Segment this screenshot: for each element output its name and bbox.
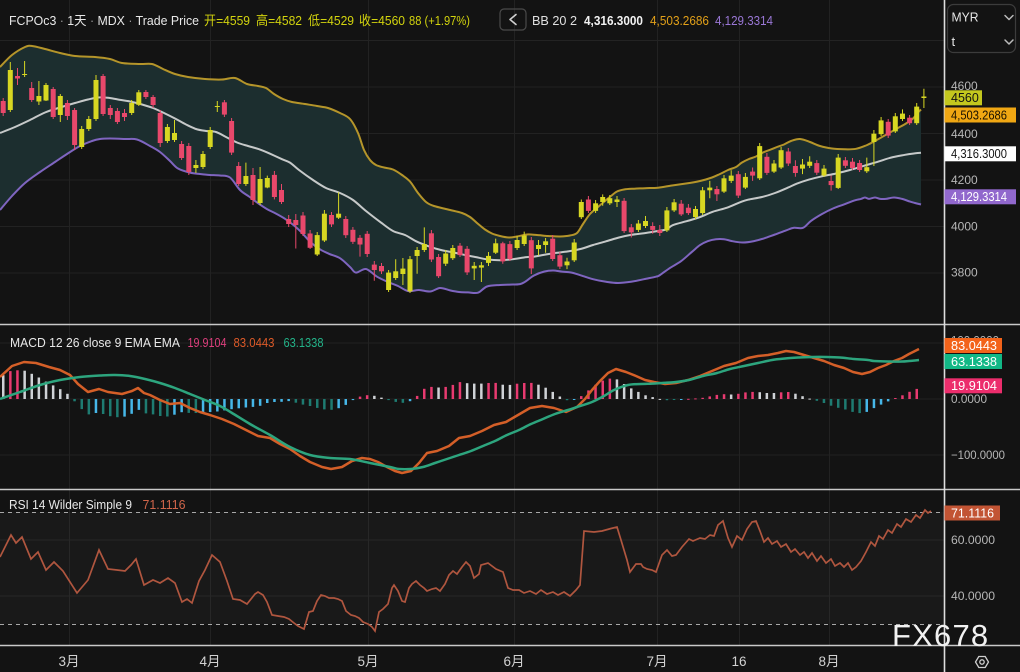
svg-text:19.9104: 19.9104 <box>951 379 997 393</box>
svg-text:63.1338: 63.1338 <box>951 355 997 369</box>
svg-text:4,503.2686: 4,503.2686 <box>951 108 1007 122</box>
svg-text:4,316.3000: 4,316.3000 <box>951 147 1007 161</box>
svg-text:7月: 7月 <box>646 654 667 669</box>
svg-text:63.1338: 63.1338 <box>284 335 324 350</box>
svg-text:3800: 3800 <box>951 266 978 280</box>
svg-text:4,129.3314: 4,129.3314 <box>951 190 1007 204</box>
svg-text:60.0000: 60.0000 <box>951 533 995 547</box>
svg-text:19.9104: 19.9104 <box>188 335 227 350</box>
svg-text:4400: 4400 <box>951 127 978 141</box>
svg-text:16: 16 <box>731 654 746 669</box>
svg-text:低=4529: 低=4529 <box>308 13 354 28</box>
svg-text:5月: 5月 <box>357 654 378 669</box>
svg-text:开=4559: 开=4559 <box>204 13 250 28</box>
svg-text:4,129.3314: 4,129.3314 <box>715 13 773 28</box>
svg-text:4000: 4000 <box>951 220 978 234</box>
svg-text:−100.0000: −100.0000 <box>951 448 1005 462</box>
svg-text:BB 20 2: BB 20 2 <box>532 13 577 28</box>
svg-text:4200: 4200 <box>951 173 978 187</box>
svg-text:FCPOc3 · 1天 · MDX · Trade Pric: FCPOc3 · 1天 · MDX · Trade Price <box>9 13 199 28</box>
svg-text:收=4560: 收=4560 <box>359 13 405 28</box>
svg-text:71.1116: 71.1116 <box>143 497 186 512</box>
svg-text:MYR: MYR <box>952 10 979 25</box>
svg-text:t: t <box>952 34 956 49</box>
svg-text:3月: 3月 <box>58 654 79 669</box>
svg-text:4月: 4月 <box>199 654 220 669</box>
svg-text:MACD 12 26 close 9 EMA EMA: MACD 12 26 close 9 EMA EMA <box>10 335 180 350</box>
svg-text:88 (+1.97%): 88 (+1.97%) <box>409 13 470 28</box>
svg-text:83.0443: 83.0443 <box>234 335 275 350</box>
svg-text:0.0000: 0.0000 <box>951 392 987 406</box>
svg-text:4560: 4560 <box>951 91 979 105</box>
svg-text:RSI 14 Wilder Simple 9: RSI 14 Wilder Simple 9 <box>9 497 132 512</box>
svg-text:4,316.3000: 4,316.3000 <box>584 13 643 28</box>
svg-text:FX678: FX678 <box>892 618 989 653</box>
svg-text:40.0000: 40.0000 <box>951 589 995 603</box>
svg-text:71.1116: 71.1116 <box>951 506 994 520</box>
svg-text:4,503.2686: 4,503.2686 <box>650 13 709 28</box>
svg-text:高=4582: 高=4582 <box>256 13 302 28</box>
svg-text:6月: 6月 <box>503 654 524 669</box>
svg-text:8月: 8月 <box>818 654 839 669</box>
svg-text:83.0443: 83.0443 <box>951 339 997 353</box>
